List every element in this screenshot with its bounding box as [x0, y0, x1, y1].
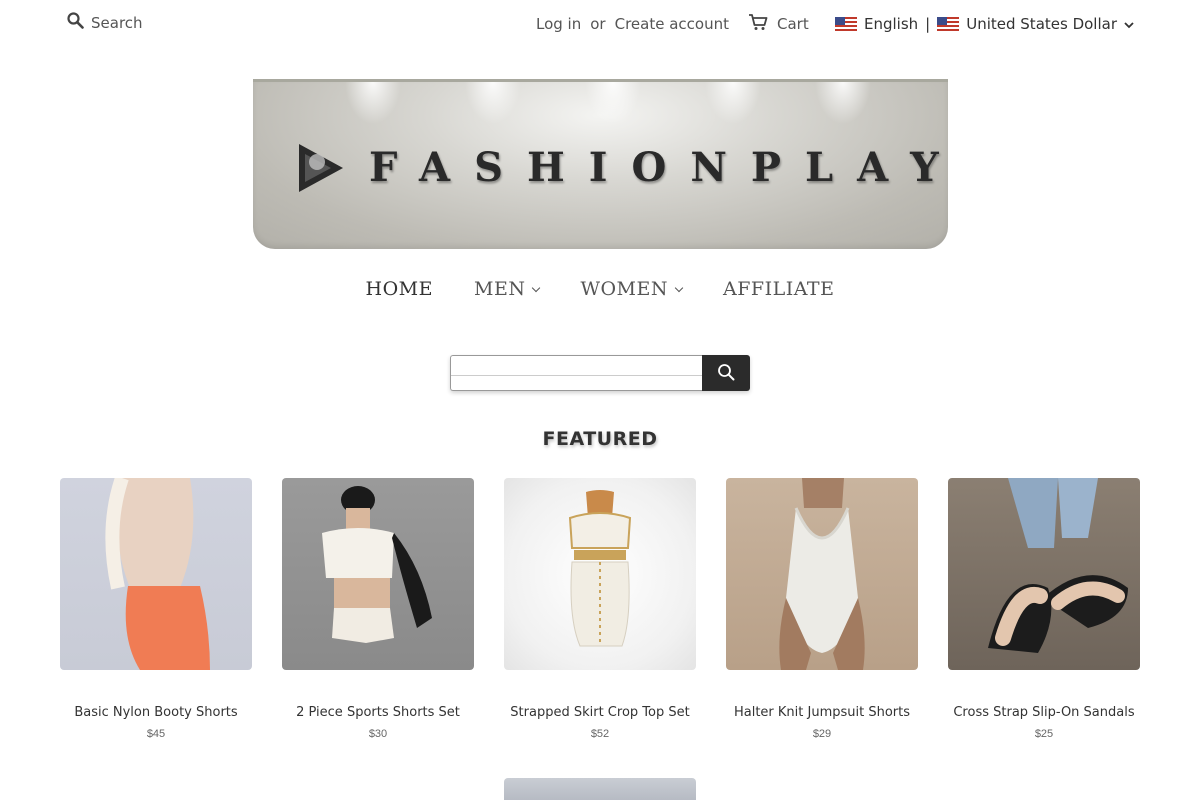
product-image[interactable]	[726, 478, 918, 670]
product-image[interactable]	[282, 478, 474, 670]
product-price: $45	[146, 728, 166, 740]
create-account-link[interactable]: Create account	[615, 15, 729, 33]
product-card[interactable]: Halter Knit Jumpsuit Shorts $29	[726, 478, 918, 740]
product-image[interactable]	[60, 478, 252, 670]
product-title[interactable]: Cross Strap Slip-On Sandals	[948, 705, 1140, 720]
product-title[interactable]: Halter Knit Jumpsuit Shorts	[726, 705, 918, 720]
us-flag-icon	[937, 17, 960, 31]
banner-lights	[253, 82, 948, 152]
product-title[interactable]: Basic Nylon Booty Shorts	[60, 705, 252, 720]
currency-label[interactable]: United States Dollar	[966, 15, 1117, 33]
nav-affiliate[interactable]: AFFILIATE	[723, 278, 834, 300]
header-search[interactable]: Search	[67, 12, 143, 34]
or-text: or	[590, 15, 606, 33]
locale-selector[interactable]: English | United States Dollar	[835, 15, 1134, 33]
search-icon[interactable]	[67, 12, 84, 34]
nav-affiliate-label[interactable]: AFFILIATE	[723, 278, 834, 300]
product-price: $25	[1034, 728, 1054, 740]
chevron-down-icon[interactable]	[674, 283, 684, 292]
login-link[interactable]: Log in	[536, 15, 581, 33]
chevron-down-icon[interactable]	[1124, 15, 1134, 33]
main-nav: HOME MEN WOMEN AFFILIATE	[0, 278, 1200, 300]
brand-wordmark: FASHIONPLAY	[369, 144, 948, 191]
product-card[interactable]: Strapped Skirt Crop Top Set $52	[504, 478, 696, 740]
product-price: $52	[590, 728, 610, 740]
nav-women-label[interactable]: WOMEN	[580, 278, 668, 300]
cart-icon[interactable]	[748, 13, 768, 35]
product-image[interactable]	[504, 478, 696, 670]
nav-women[interactable]: WOMEN	[580, 278, 684, 300]
search-button[interactable]	[702, 355, 750, 391]
cart-link[interactable]: Cart	[748, 13, 809, 35]
language-label[interactable]: English	[864, 15, 918, 33]
product-image[interactable]	[948, 478, 1140, 670]
product-card[interactable]: Cross Strap Slip-On Sandals $25	[948, 478, 1140, 740]
featured-heading: FEATURED	[542, 428, 658, 450]
nav-men[interactable]: MEN	[474, 278, 541, 300]
account-links: Log in or Create account	[536, 15, 729, 33]
chevron-down-icon[interactable]	[532, 283, 541, 292]
us-flag-icon	[835, 17, 857, 31]
product-price: $29	[812, 728, 832, 740]
cart-label[interactable]: Cart	[777, 15, 809, 33]
locale-separator: |	[925, 15, 931, 33]
product-image[interactable]	[504, 778, 696, 800]
product-card[interactable]: 2 Piece Sports Shorts Set $30	[282, 478, 474, 740]
nav-home-label[interactable]: HOME	[366, 278, 433, 300]
product-price: $30	[368, 728, 388, 740]
nav-men-label[interactable]: MEN	[474, 278, 525, 300]
featured-grid: Basic Nylon Booty Shorts $45 2 Piece Spo…	[60, 478, 1140, 740]
product-search	[450, 355, 750, 391]
product-card[interactable]: Basic Nylon Booty Shorts $45	[60, 478, 252, 740]
play-logo-icon	[291, 140, 347, 201]
product-title[interactable]: 2 Piece Sports Shorts Set	[282, 705, 474, 720]
brand-banner[interactable]: FASHIONPLAY	[253, 79, 948, 249]
product-title[interactable]: Strapped Skirt Crop Top Set	[504, 705, 696, 720]
header-search-label[interactable]: Search	[91, 14, 143, 32]
top-bar: Search Log in or Create account Cart Eng…	[0, 0, 1200, 48]
search-input[interactable]	[450, 355, 702, 391]
search-icon[interactable]	[717, 363, 735, 384]
nav-home[interactable]: HOME	[366, 278, 433, 300]
